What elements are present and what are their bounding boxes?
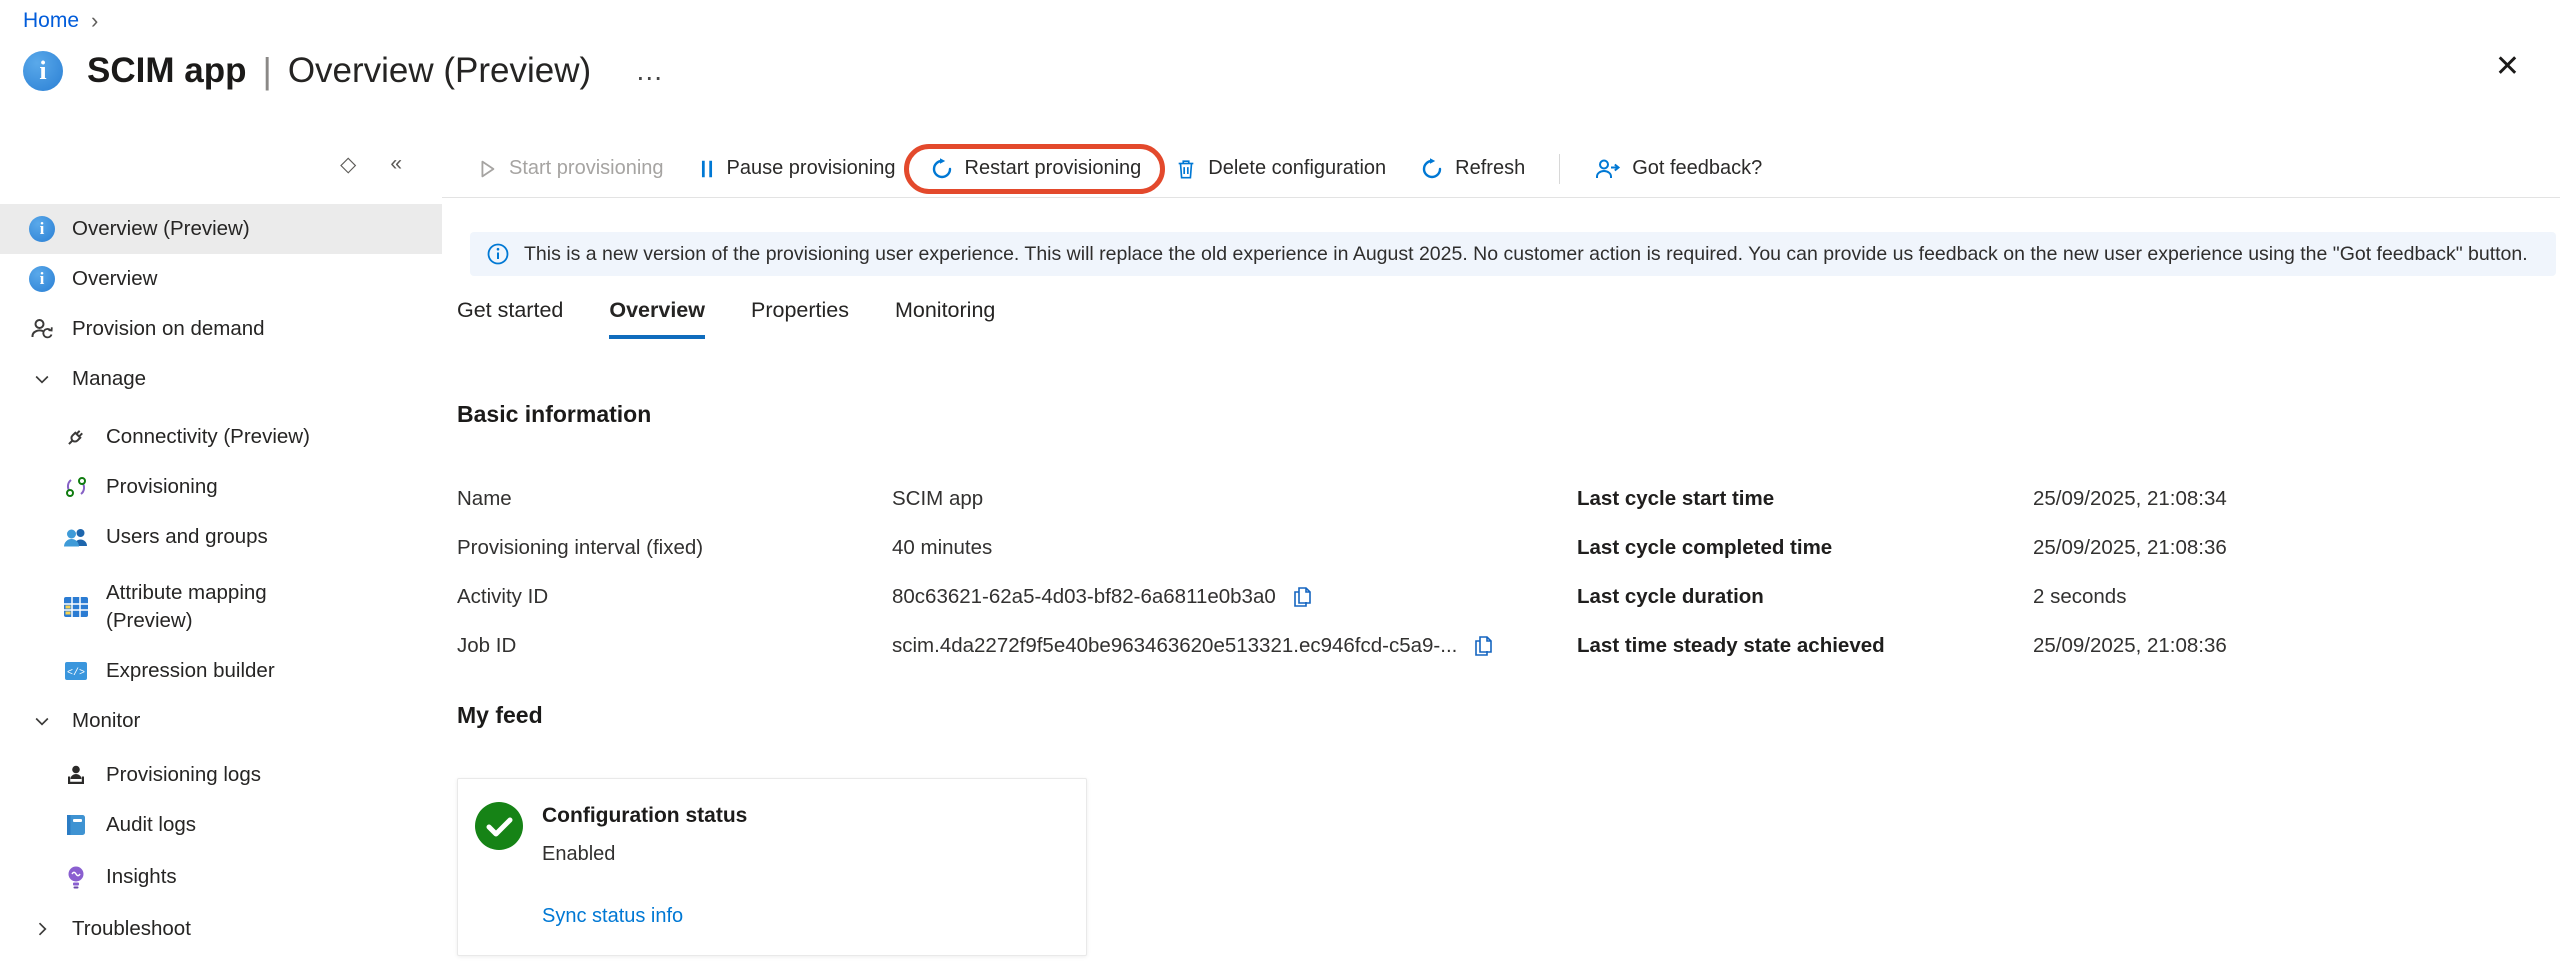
restart-provisioning-button[interactable]: Restart provisioning (930, 157, 1142, 181)
chevron-right-icon (28, 915, 56, 943)
trash-icon (1175, 157, 1197, 181)
breadcrumb-home-link[interactable]: Home (23, 9, 79, 33)
pause-provisioning-button[interactable]: Pause provisioning (698, 157, 896, 180)
sidebar-item-attribute-mapping[interactable]: Attribute mapping (Preview) (0, 568, 442, 646)
field-provisioning-interval: Provisioning interval (fixed) 40 minutes (457, 523, 1495, 572)
got-feedback-button[interactable]: Got feedback? (1594, 157, 1762, 181)
sync-circles-icon (62, 473, 90, 501)
person-sync-icon (28, 315, 56, 343)
svg-text:</>: </> (67, 667, 85, 679)
sidebar-item-insights[interactable]: Insights (0, 852, 442, 902)
breadcrumb: Home › (23, 8, 98, 34)
info-banner: This is a new version of the provisionin… (470, 232, 2556, 276)
basic-information-heading: Basic information (457, 401, 651, 428)
tab-properties[interactable]: Properties (751, 298, 849, 339)
sidebar-group-monitor[interactable]: Monitor (0, 696, 442, 746)
sidebar: ◇ « i Overview (Preview) i Overview (0, 140, 442, 954)
tab-bar: Get started Overview Properties Monitori… (457, 298, 995, 339)
users-icon (62, 523, 90, 551)
app-info-icon: i (23, 51, 63, 91)
lightbulb-icon (62, 863, 90, 891)
basic-info-left-column: Name SCIM app Provisioning interval (fix… (457, 474, 1495, 670)
sidebar-group-troubleshoot[interactable]: Troubleshoot (0, 904, 442, 954)
sidebar-item-overview[interactable]: i Overview (0, 254, 442, 304)
info-circle-icon (486, 242, 510, 266)
page-title: Overview (Preview) (288, 51, 591, 91)
info-icon: i (28, 265, 56, 293)
sidebar-item-provisioning[interactable]: Provisioning (0, 462, 442, 512)
person-log-icon (62, 761, 90, 789)
configuration-status-card: Configuration status Enabled Sync status… (457, 778, 1087, 956)
card-status: Enabled (542, 843, 615, 866)
sidebar-item-overview-preview[interactable]: i Overview (Preview) (0, 204, 442, 254)
field-job-id: Job ID scim.4da2272f9f5e40be963463620e51… (457, 621, 1495, 670)
plug-icon (62, 423, 90, 451)
chevron-down-icon (28, 365, 56, 393)
basic-info-right-column: Last cycle start time 25/09/2025, 21:08:… (1577, 474, 2227, 670)
play-icon (476, 158, 498, 180)
table-grid-icon (62, 593, 90, 621)
my-feed-heading: My feed (457, 702, 543, 729)
success-check-icon (474, 801, 524, 851)
page-header: i SCIM app | Overview (Preview) … (23, 50, 665, 92)
delete-configuration-button[interactable]: Delete configuration (1175, 157, 1386, 181)
field-last-cycle-start: Last cycle start time 25/09/2025, 21:08:… (1577, 474, 2227, 523)
more-options-icon[interactable]: … (635, 55, 665, 87)
tab-get-started[interactable]: Get started (457, 298, 563, 339)
close-icon[interactable]: ✕ (2495, 52, 2520, 82)
scim-app-overview-page: Home › i SCIM app | Overview (Preview) …… (0, 0, 2560, 980)
start-provisioning-button[interactable]: Start provisioning (476, 157, 664, 180)
banner-text: This is a new version of the provisionin… (524, 243, 2528, 266)
title-separator: | (262, 50, 271, 92)
breadcrumb-chevron-icon: › (91, 8, 98, 34)
toolbar-separator (1559, 154, 1560, 184)
field-last-steady-state: Last time steady state achieved 25/09/20… (1577, 621, 2227, 670)
app-name: SCIM app (87, 51, 246, 91)
refresh-icon (1420, 157, 1444, 181)
tab-overview[interactable]: Overview (609, 298, 705, 339)
notebook-icon (62, 811, 90, 839)
field-last-cycle-completed: Last cycle completed time 25/09/2025, 21… (1577, 523, 2227, 572)
field-activity-id: Activity ID 80c63621-62a5-4d03-bf82-6a68… (457, 572, 1495, 621)
pause-icon (698, 158, 716, 180)
card-title: Configuration status (542, 804, 747, 828)
info-icon: i (28, 215, 56, 243)
sidebar-group-manage[interactable]: Manage (0, 354, 442, 404)
feedback-person-icon (1594, 157, 1621, 181)
sidebar-item-users-and-groups[interactable]: Users and groups (0, 512, 442, 562)
copy-icon[interactable] (1471, 634, 1495, 658)
tab-monitoring[interactable]: Monitoring (895, 298, 995, 339)
sidebar-item-provisioning-logs[interactable]: Provisioning logs (0, 750, 442, 800)
code-icon: </> (62, 657, 90, 685)
command-bar: Start provisioning Pause provisioning Re… (442, 140, 2560, 198)
sidebar-item-connectivity[interactable]: Connectivity (Preview) (0, 412, 442, 462)
sidebar-item-audit-logs[interactable]: Audit logs (0, 800, 442, 850)
sidebar-item-expression-builder[interactable]: </> Expression builder (0, 646, 442, 696)
copy-icon[interactable] (1290, 585, 1314, 609)
pin-dashboard-icon[interactable]: ◇ (340, 152, 356, 177)
restart-icon (930, 157, 954, 181)
chevron-down-icon (28, 707, 56, 735)
collapse-sidebar-icon[interactable]: « (390, 152, 402, 176)
field-name: Name SCIM app (457, 474, 1495, 523)
sync-status-info-link[interactable]: Sync status info (542, 905, 683, 928)
sidebar-item-provision-on-demand[interactable]: Provision on demand (0, 304, 442, 354)
field-last-cycle-duration: Last cycle duration 2 seconds (1577, 572, 2227, 621)
refresh-button[interactable]: Refresh (1420, 157, 1525, 181)
